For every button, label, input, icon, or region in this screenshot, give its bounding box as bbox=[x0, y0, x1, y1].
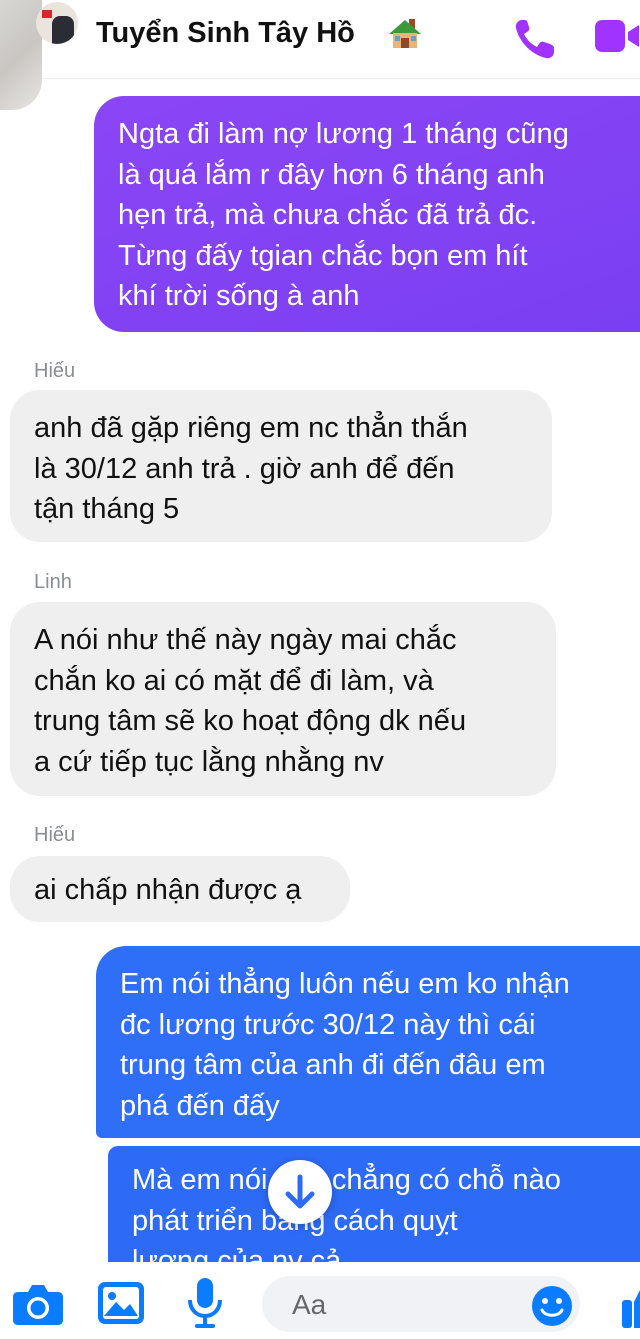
message-composer: Aa bbox=[0, 1262, 640, 1339]
message-line: trung tâm sẽ ko hoạt động dk nếu bbox=[34, 705, 467, 737]
message-line: hẹn trả, mà chưa chắc đã trả đc. bbox=[118, 199, 538, 231]
phone-icon[interactable] bbox=[512, 16, 558, 62]
message-bubble-outgoing[interactable]: Em nói thẳng luôn nếu em ko nhận đc lươn… bbox=[96, 946, 640, 1138]
message-line: Từng đấy tgian chắc bọn em hít bbox=[118, 239, 528, 272]
message-line: anh đã gặp riêng em nc thẳn thắn bbox=[34, 412, 468, 444]
message-line: a cứ tiếp tục lằng nhằng nv bbox=[34, 745, 384, 778]
gallery-icon[interactable] bbox=[96, 1280, 146, 1326]
message-bubble-incoming[interactable]: anh đã gặp riêng em nc thẳn thắn là 30/1… bbox=[10, 390, 552, 542]
message-line: Ngta đi làm nợ lương 1 tháng cũng bbox=[118, 118, 569, 150]
message-line: phát triển bằng cách quỵt bbox=[132, 1204, 458, 1237]
message-line: đc lương trước 30/12 này thì cái bbox=[120, 1008, 536, 1041]
message-line: Mà em nói thật chẳng có chỗ nào bbox=[132, 1164, 561, 1196]
arrow-down-icon bbox=[285, 1174, 315, 1209]
message-line: phá đến đấy bbox=[120, 1089, 280, 1122]
camera-icon[interactable] bbox=[12, 1282, 64, 1326]
message-line: tận tháng 5 bbox=[34, 493, 180, 525]
message-bubble-incoming[interactable]: A nói như thế này ngày mai chắc chắn ko … bbox=[10, 602, 556, 796]
video-icon[interactable] bbox=[593, 18, 640, 54]
house-icon bbox=[389, 19, 421, 48]
message-line: là quá lắm r đây hơn 6 tháng anh bbox=[118, 158, 545, 191]
sender-name: Hiếu bbox=[34, 360, 76, 382]
message-bubble-incoming[interactable]: ai chấp nhận được ạ bbox=[10, 856, 350, 922]
message-line: A nói như thế này ngày mai chắc bbox=[34, 624, 457, 656]
message-bubble-outgoing[interactable]: Mà em nói thật chẳng có chỗ nào phát tri… bbox=[108, 1146, 640, 1276]
message-line: Em nói thẳng luôn nếu em ko nhận bbox=[120, 968, 570, 1000]
chat-header: Tuyển Sinh Tây Hồ bbox=[0, 0, 640, 110]
message-line: chắn ko ai có mặt để đi làm, và bbox=[34, 664, 434, 697]
message-line: là 30/12 anh trả . giờ anh để đến bbox=[34, 452, 455, 485]
conversation-title[interactable]: Tuyển Sinh Tây Hồ bbox=[96, 17, 355, 50]
scroll-to-bottom-button[interactable] bbox=[268, 1160, 332, 1224]
back-area[interactable] bbox=[0, 0, 42, 110]
message-input-placeholder: Aa bbox=[292, 1289, 327, 1320]
message-line: trung tâm của anh đi đến đâu em bbox=[120, 1049, 546, 1081]
like-icon[interactable] bbox=[620, 1286, 640, 1330]
sender-name: Linh bbox=[34, 571, 72, 593]
message-bubble-outgoing[interactable]: Ngta đi làm nợ lương 1 tháng cũng là quá… bbox=[94, 96, 640, 332]
message-line: khí trời sống à anh bbox=[118, 280, 360, 312]
microphone-icon[interactable] bbox=[186, 1276, 224, 1330]
sender-name: Hiếu bbox=[34, 824, 76, 846]
emoji-icon[interactable] bbox=[530, 1284, 574, 1328]
avatar[interactable] bbox=[36, 2, 78, 44]
message-line: ai chấp nhận được ạ bbox=[34, 874, 302, 906]
